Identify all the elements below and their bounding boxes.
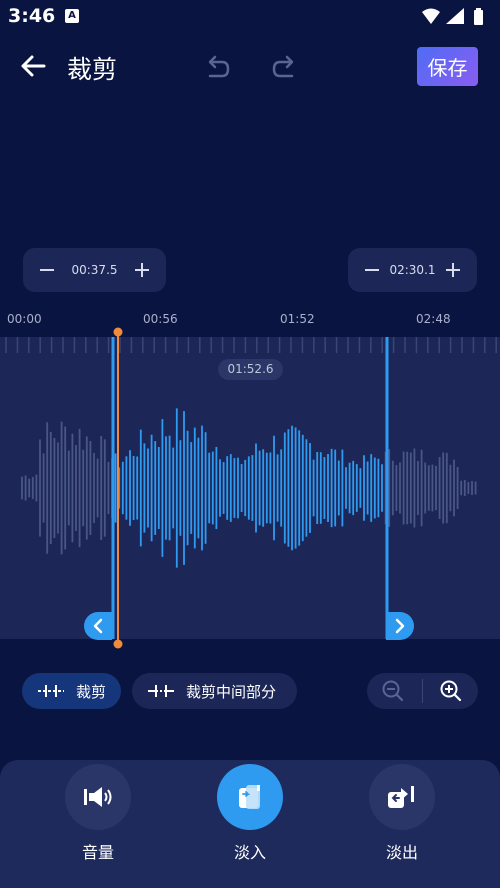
- trim-mode-label: 裁剪: [76, 682, 107, 701]
- volume-action[interactable]: 音量: [58, 764, 138, 874]
- ruler-tick-label: 01:52: [280, 312, 315, 326]
- start-time-value: 00:37.5: [71, 263, 118, 277]
- page-title: 裁剪: [67, 55, 118, 84]
- trim-middle-mode-label: 裁剪中间部分: [186, 682, 277, 701]
- zoom-controls: [367, 673, 478, 709]
- signal-icon: [446, 8, 464, 24]
- trim-middle-mode-button[interactable]: 裁剪中间部分: [132, 673, 297, 709]
- trim-mode-button[interactable]: 裁剪: [22, 673, 121, 709]
- fade-out-button[interactable]: [369, 764, 435, 830]
- trim-middle-icon: [148, 685, 174, 697]
- back-arrow-icon[interactable]: [14, 46, 54, 86]
- left-trim-handle[interactable]: [84, 612, 112, 640]
- end-time-value: 02:30.1: [389, 263, 436, 277]
- fade-out-label: 淡出: [385, 843, 418, 862]
- wifi-icon: [422, 8, 440, 24]
- ruler-tick-label: 00:56: [143, 312, 178, 326]
- chevron-right-icon: [395, 618, 405, 634]
- undo-icon[interactable]: [200, 50, 234, 84]
- zoom-in-icon[interactable]: [439, 679, 463, 703]
- waveform-area[interactable]: 01:52.6: [0, 337, 500, 640]
- bottom-action-panel: 音量 淡入 淡出: [0, 760, 500, 888]
- right-trim-handle[interactable]: [386, 612, 414, 640]
- volume-label: 音量: [81, 843, 114, 862]
- fade-in-button[interactable]: [217, 764, 283, 830]
- playhead[interactable]: [110, 326, 126, 650]
- status-time: 3:46: [8, 5, 56, 27]
- status-bar: 3:46 A: [0, 0, 500, 34]
- fade-in-label: 淡入: [233, 843, 266, 862]
- start-time-plus-button[interactable]: [132, 260, 152, 280]
- zoom-out-icon[interactable]: [381, 679, 405, 703]
- status-icons: [422, 8, 483, 25]
- zoom-divider: [422, 679, 423, 703]
- ruler-tick-label: 02:48: [416, 312, 451, 326]
- chevron-left-icon: [93, 618, 103, 634]
- end-time-control: 02:30.1: [348, 248, 477, 292]
- waveform: [5, 337, 497, 639]
- end-time-plus-button[interactable]: [443, 260, 463, 280]
- volume-button[interactable]: [65, 764, 131, 830]
- end-time-minus-button[interactable]: [362, 260, 382, 280]
- volume-icon: [84, 787, 112, 807]
- fade-in-icon: [239, 785, 260, 809]
- start-time-control: 00:37.5: [23, 248, 166, 292]
- start-time-minus-button[interactable]: [37, 260, 57, 280]
- notification-a-icon: A: [65, 9, 79, 23]
- header: 裁剪 保存: [0, 36, 500, 96]
- fade-in-action[interactable]: 淡入: [210, 764, 290, 874]
- playhead-time-label: 01:52.6: [218, 359, 283, 380]
- fade-out-action[interactable]: 淡出: [362, 764, 442, 874]
- battery-icon: [474, 8, 483, 25]
- save-button[interactable]: 保存: [417, 47, 478, 86]
- fade-out-icon: [388, 786, 414, 808]
- redo-icon[interactable]: [268, 50, 302, 84]
- ruler-tick-label: 00:00: [7, 312, 42, 326]
- trim-icon: [38, 685, 64, 697]
